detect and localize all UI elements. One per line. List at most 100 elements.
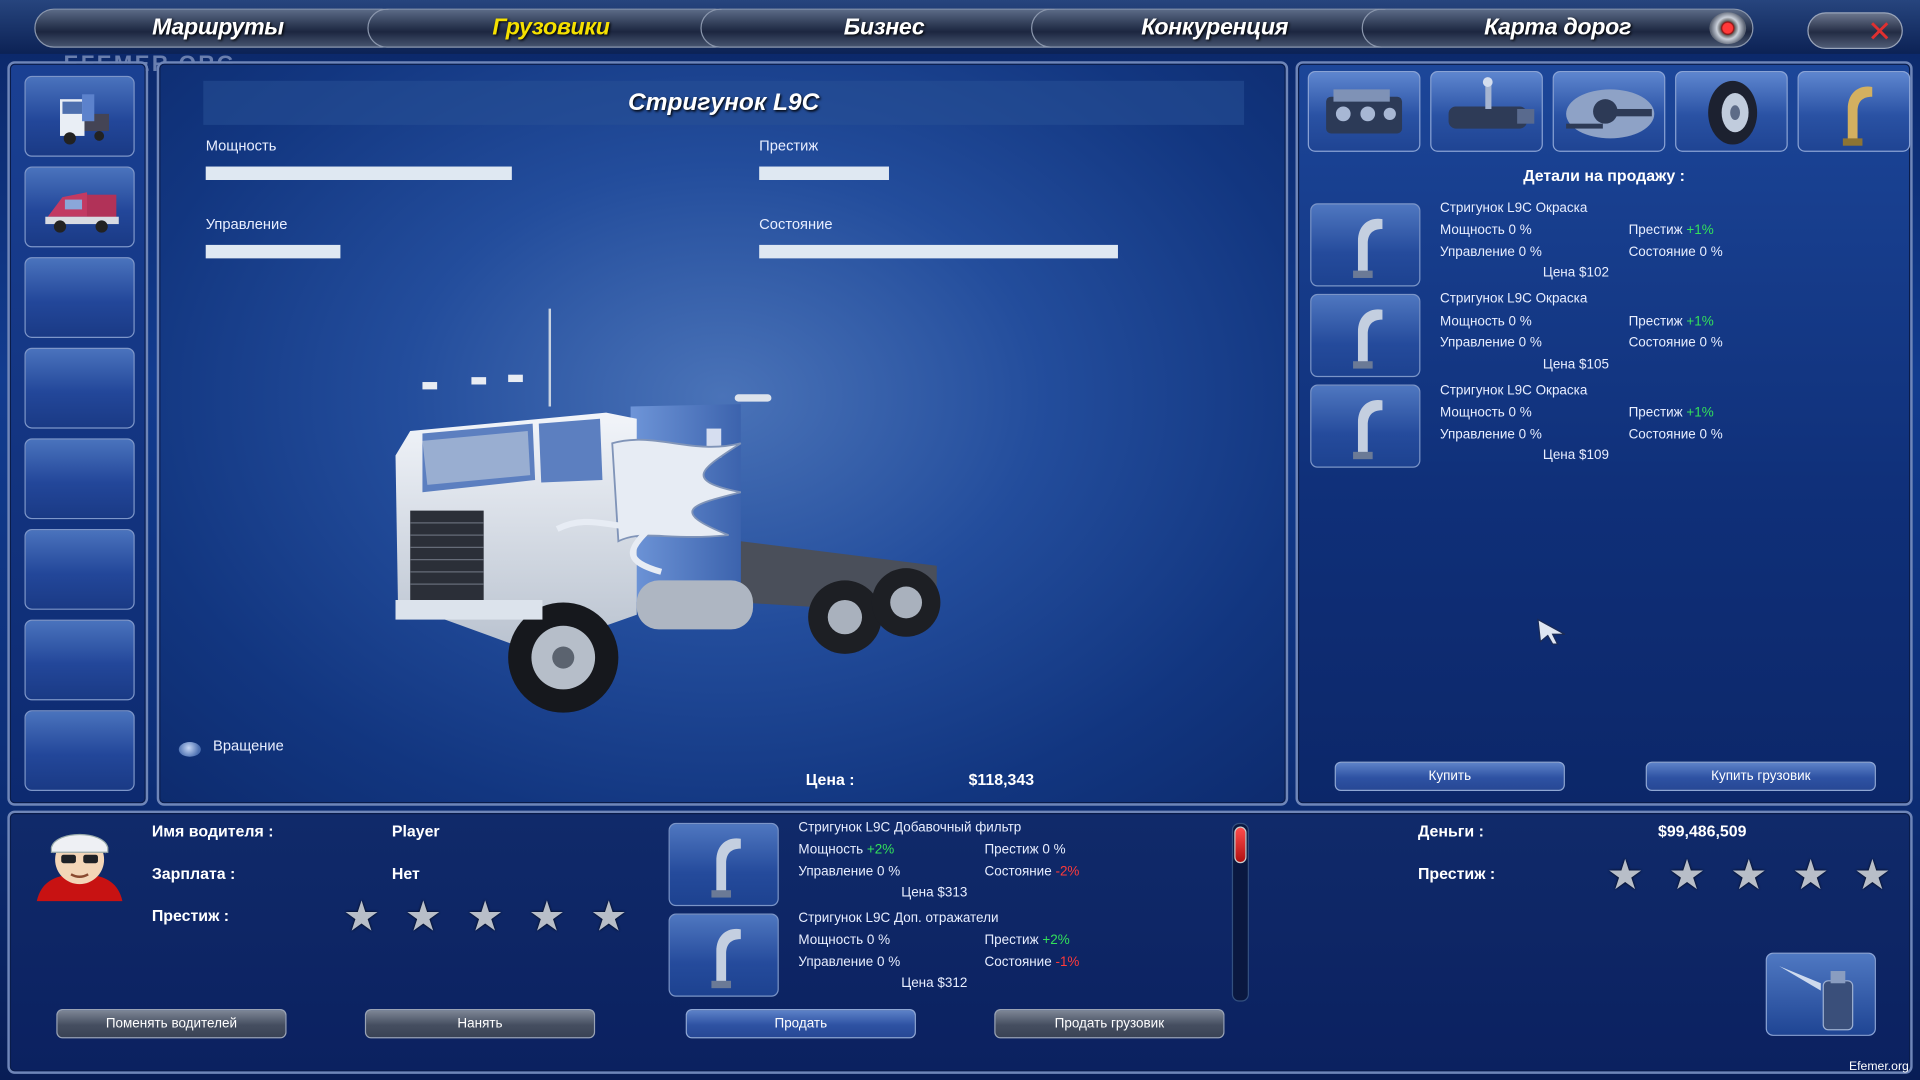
rotate-label: Вращение [213, 737, 284, 755]
prestige-star-icon: ★ [466, 893, 504, 941]
sale-item-name: Стригунок L9C Окраска [1440, 200, 1588, 216]
installed-item-prestige: Престиж 0 % [984, 842, 1066, 858]
engine-icon [1326, 89, 1403, 134]
driver-panel: Имя водителя : Player Зарплата : Нет Пре… [7, 810, 1913, 1074]
category-exhaust[interactable] [1797, 71, 1911, 152]
truck-slot-empty[interactable] [24, 710, 135, 792]
stat-label-condition: Состояние [759, 215, 833, 233]
exhaust-icon [1353, 399, 1383, 460]
installed-item-thumb[interactable] [668, 822, 779, 907]
power-label: Мощность [798, 842, 864, 858]
prestige-value: +1% [1686, 314, 1714, 330]
scrollbar-thumb[interactable] [1234, 826, 1247, 864]
hire-button[interactable]: Нанять [364, 1008, 596, 1039]
prestige-star-icon: ★ [528, 893, 566, 941]
buy-truck-button[interactable]: Купить грузовик [1645, 761, 1876, 792]
buy-button[interactable]: Купить [1334, 761, 1565, 792]
tab-trucks[interactable]: Грузовики [367, 8, 735, 48]
driver-avatar [36, 833, 123, 902]
category-transmission[interactable] [1430, 71, 1543, 152]
prestige-star-icon: ★ [590, 893, 628, 941]
truck-slot-empty[interactable] [24, 619, 135, 701]
truck-slot-empty[interactable] [24, 528, 135, 610]
tab-competition[interactable]: Конкуренция [1031, 8, 1399, 48]
change-drivers-button[interactable]: Поменять водителей [56, 1008, 287, 1039]
prestige-label: Престиж [1628, 222, 1683, 238]
tab-routes[interactable]: Маршруты [34, 8, 402, 48]
tab-indicator-icon [1709, 12, 1747, 45]
account-prestige-label: Престиж : [1417, 864, 1496, 883]
sell-truck-button[interactable]: Продать грузовик [994, 1008, 1225, 1039]
category-wheels[interactable] [1675, 71, 1788, 152]
prestige-value: +2% [1042, 933, 1070, 948]
parts-shop: Детали на продажу : Стригунок L9C Окраск… [1295, 61, 1913, 806]
prestige-label: Престиж [1628, 314, 1683, 330]
mouse-cursor-icon [1537, 618, 1566, 645]
tab-label: Бизнес [843, 14, 925, 41]
tab-road-map[interactable]: Карта дорог [1361, 8, 1754, 48]
truck-slot-empty[interactable] [24, 257, 135, 338]
truck-slot-empty[interactable] [24, 347, 135, 429]
installed-scrollbar[interactable] [1231, 822, 1249, 1002]
wheel-icon [1708, 80, 1758, 145]
rotate-icon[interactable] [178, 742, 201, 757]
installed-item-power: Мощность 0 % [798, 933, 890, 948]
stat-label-power: Мощность [205, 137, 277, 155]
condition-label: Состояние [984, 864, 1052, 880]
stat-bar-condition [759, 244, 1118, 259]
chassis-icon [1566, 89, 1655, 139]
installed-item-condition: Состояние -1% [984, 955, 1079, 970]
category-engine[interactable] [1307, 71, 1421, 152]
sale-header: Детали на продажу : [1523, 166, 1685, 185]
installed-item-condition: Состояние -2% [984, 864, 1079, 879]
tab-label: Маршруты [152, 14, 284, 41]
paint-button[interactable] [1765, 952, 1876, 1036]
driver-salary-label: Зарплата : [151, 864, 236, 883]
installed-item-price: Цена $313 [901, 885, 968, 901]
tab-label: Конкуренция [1141, 14, 1289, 41]
stat-label-control: Управление [205, 215, 288, 233]
sale-item-condition: Состояние 0 % [1628, 427, 1723, 443]
account-prestige-stars: ★ ★ ★ ★ ★ [1607, 855, 1892, 897]
power-value: 0 % [866, 933, 891, 948]
prestige-star-icon: ★ [404, 893, 443, 941]
installed-item-name: Стригунок L9C Добавочный фильтр [798, 820, 1022, 836]
sale-item-thumb[interactable] [1310, 293, 1421, 378]
driver-name-value: Player [391, 821, 440, 841]
tab-business[interactable]: Бизнес [700, 8, 1068, 48]
prestige-star-icon: ★ [1668, 852, 1706, 899]
power-label: Мощность [798, 933, 864, 948]
prestige-star-icon: ★ [342, 893, 381, 941]
stat-bar-control [205, 244, 341, 259]
sale-item-name: Стригунок L9C Окраска [1440, 291, 1588, 307]
spray-can-icon [1779, 966, 1854, 1031]
sale-item-thumb[interactable] [1310, 203, 1421, 287]
top-navigation: Маршруты Грузовики Бизнес Конкуренция Ка… [0, 0, 1920, 54]
sale-item-thumb[interactable] [1310, 384, 1421, 468]
truck-3d-model[interactable] [373, 296, 949, 749]
tab-label: Карта дорог [1484, 14, 1632, 41]
sale-item-prestige: Престиж +1% [1629, 315, 1714, 330]
condition-value: -1% [1055, 955, 1080, 970]
installed-item-thumb[interactable] [668, 913, 779, 997]
transmission-icon [1448, 77, 1535, 129]
category-chassis[interactable] [1552, 71, 1666, 152]
sale-item-price: Цена $109 [1542, 448, 1609, 463]
truck-slot-empty[interactable] [24, 438, 135, 520]
prestige-star-icon: ★ [1606, 852, 1644, 899]
close-button[interactable]: ✕ [1807, 12, 1903, 49]
installed-item-control: Управление 0 % [798, 864, 901, 880]
game-screen: Маршруты Грузовики Бизнес Конкуренция Ка… [0, 0, 1920, 1080]
power-value: +2% [866, 842, 895, 858]
truck-thumb-icon [45, 192, 119, 233]
truck-slot-1[interactable] [24, 75, 135, 157]
sale-item-prestige: Престиж +1% [1629, 405, 1714, 420]
prestige-value: +1% [1686, 405, 1714, 421]
sale-item-price: Цена $102 [1542, 265, 1609, 281]
exhaust-icon [1353, 309, 1383, 369]
sale-item-price: Цена $105 [1542, 357, 1609, 373]
sell-button[interactable]: Продать [685, 1008, 916, 1039]
truck-slot-2[interactable] [24, 166, 135, 248]
price-value: $118,343 [968, 770, 1035, 789]
truck-title: Стригунок L9C [203, 80, 1245, 125]
